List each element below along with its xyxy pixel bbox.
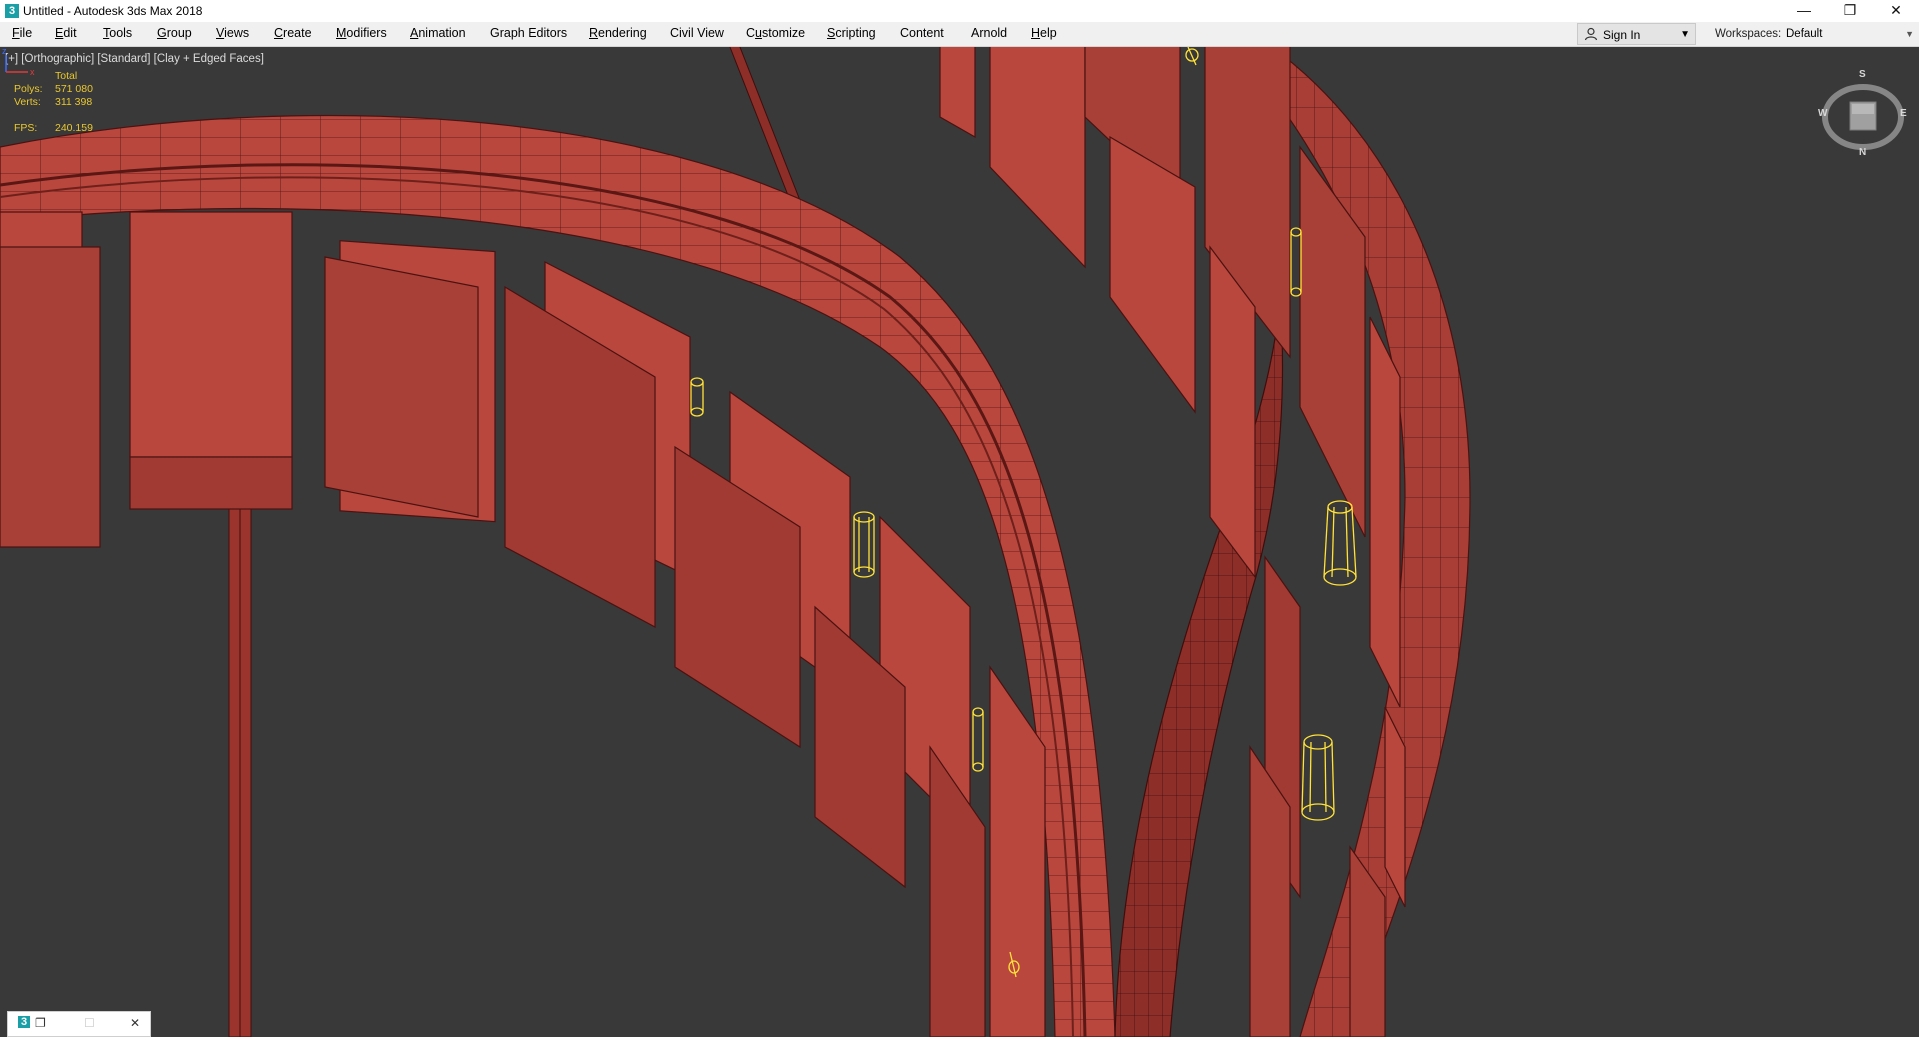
viewcube-east[interactable]: E	[1900, 108, 1907, 119]
window-title: Untitled - Autodesk 3ds Max 2018	[23, 4, 203, 18]
title-bar: 3 Untitled - Autodesk 3ds Max 2018 — ❐ ✕	[0, 0, 1919, 23]
menu-content[interactable]: Content	[900, 26, 944, 40]
perspective-viewport[interactable]: [+] [Orthographic] [Standard] [Clay + Ed…	[0, 47, 1919, 1037]
menu-group[interactable]: Group	[157, 26, 192, 40]
menu-edit[interactable]: Edit	[55, 26, 77, 40]
light-gizmo[interactable]	[1323, 500, 1357, 586]
restore-icon[interactable]: ❐	[35, 1016, 46, 1030]
fps-label: FPS:	[14, 122, 38, 134]
menu-customize[interactable]: Customize	[746, 26, 805, 40]
user-icon	[1584, 27, 1598, 41]
light-gizmo[interactable]	[1185, 47, 1199, 66]
minimize-button[interactable]: —	[1781, 0, 1827, 22]
verts-label: Verts:	[14, 96, 41, 108]
menu-graph-editors[interactable]: Graph Editors	[490, 26, 567, 40]
close-button[interactable]: ✕	[1873, 0, 1919, 22]
viewcube-north[interactable]: N	[1859, 147, 1866, 158]
viewcube[interactable]: S W E N	[1818, 69, 1908, 160]
fps-value: 240.159	[55, 122, 93, 134]
viewcube-west[interactable]: W	[1818, 108, 1827, 119]
menu-tools[interactable]: Tools	[103, 26, 132, 40]
menu-civil-view[interactable]: Civil View	[670, 26, 724, 40]
stats-header: Total	[55, 70, 78, 82]
chevron-down-icon: ▼	[1680, 29, 1690, 40]
svg-text:x: x	[30, 67, 35, 77]
menu-arnold[interactable]: Arnold	[971, 26, 1007, 40]
sign-in-dropdown[interactable]: Sign In ▼	[1577, 23, 1696, 45]
polys-value: 571 080	[55, 83, 93, 95]
app-icon: 3	[18, 1016, 30, 1028]
light-gizmo[interactable]	[690, 377, 704, 417]
viewport-label-menu[interactable]: [+] [Orthographic] [Standard] [Clay + Ed…	[5, 53, 264, 65]
light-gizmo[interactable]	[972, 707, 984, 772]
chevron-down-icon: ▼	[1905, 29, 1914, 39]
light-gizmo[interactable]	[1301, 734, 1335, 821]
workspaces-select[interactable]: Default ▼	[1783, 24, 1918, 44]
restore-button[interactable]: ❐	[1827, 0, 1873, 22]
axis-tripod-icon: z x	[2, 47, 35, 77]
menu-help[interactable]: Help	[1031, 26, 1057, 40]
polys-label: Polys:	[14, 83, 43, 95]
minimized-window[interactable]: 3 ❐ ☐ ✕	[7, 1011, 151, 1037]
menu-create[interactable]: Create	[274, 26, 312, 40]
svg-text:z: z	[2, 47, 7, 56]
sign-in-label: Sign In	[1603, 28, 1641, 42]
menu-views[interactable]: Views	[216, 26, 249, 40]
menu-scripting[interactable]: Scripting	[827, 26, 876, 40]
menu-animation[interactable]: Animation	[410, 26, 466, 40]
verts-value: 311 398	[55, 96, 93, 108]
viewcube-south[interactable]: S	[1859, 69, 1866, 80]
maximize-icon[interactable]: ☐	[84, 1016, 95, 1030]
workspaces-label: Workspaces:	[1715, 28, 1782, 40]
light-gizmo[interactable]	[853, 511, 875, 578]
app-icon[interactable]: 3	[5, 4, 19, 18]
workspace-value: Default	[1786, 28, 1823, 40]
menu-modifiers[interactable]: Modifiers	[336, 26, 387, 40]
close-icon[interactable]: ✕	[130, 1016, 140, 1030]
scene-render[interactable]	[0, 47, 1919, 1037]
menu-file[interactable]: File	[12, 26, 32, 40]
menu-rendering[interactable]: Rendering	[589, 26, 647, 40]
